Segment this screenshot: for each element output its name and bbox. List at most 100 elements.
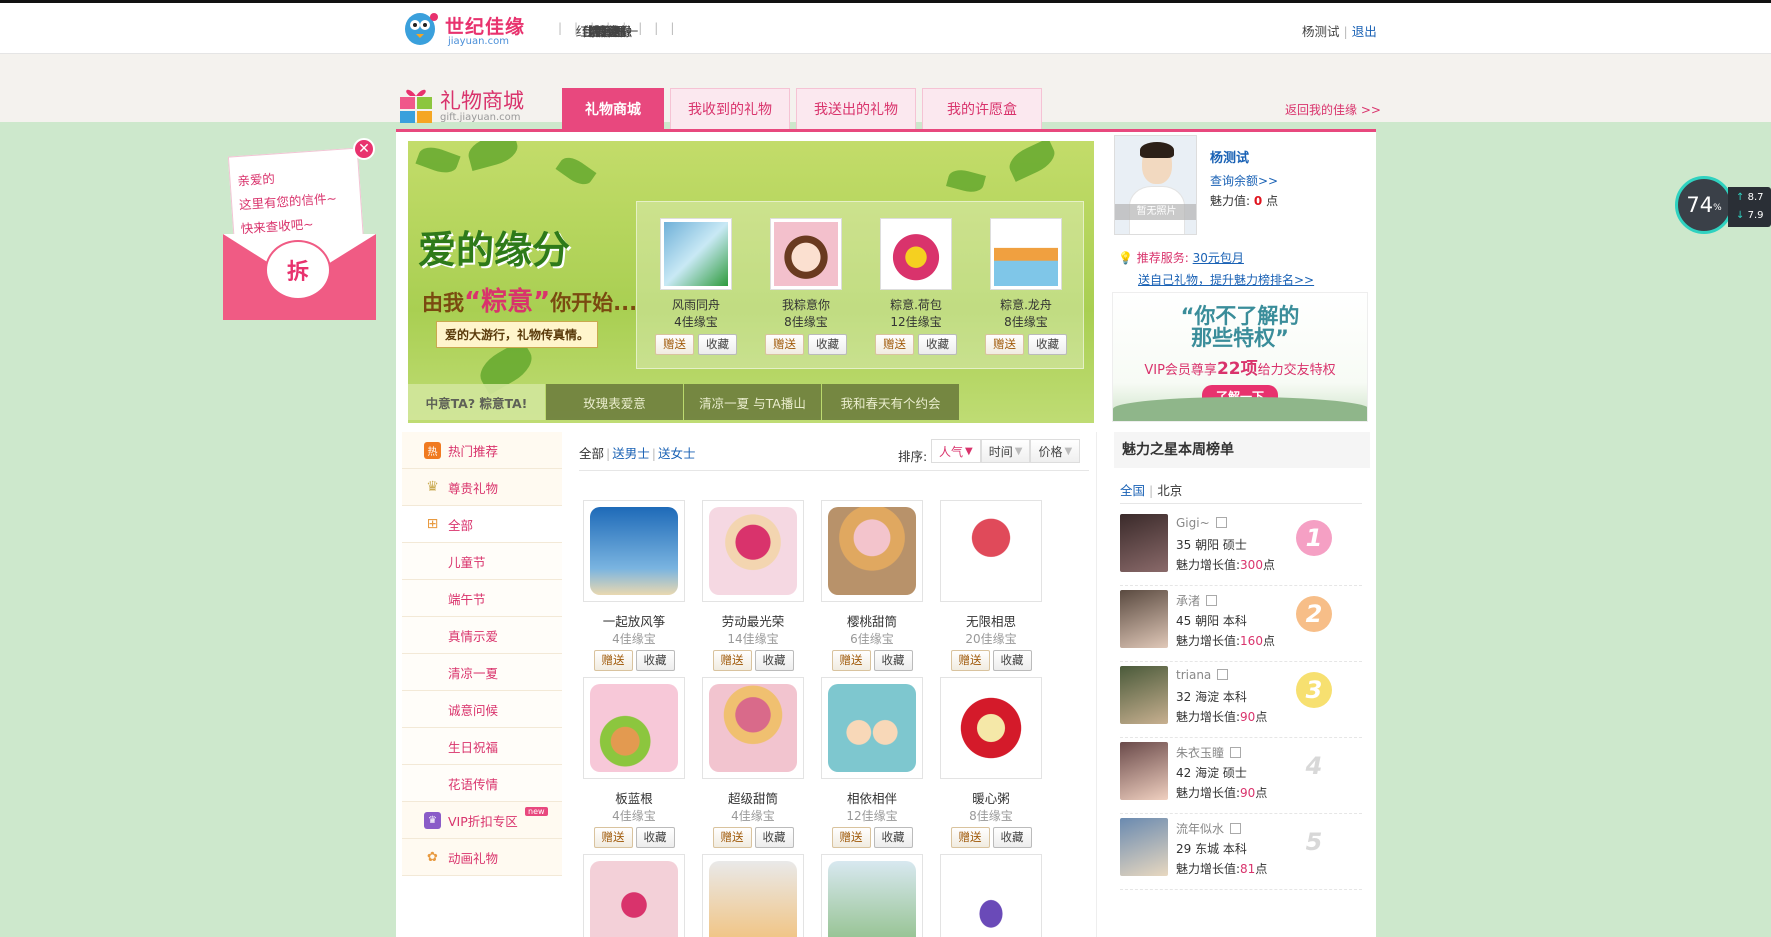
featured-gift-image[interactable]	[770, 218, 842, 290]
favorite-button[interactable]: 收藏	[918, 334, 957, 355]
banner-tab-4[interactable]: 我和春天有个约会	[822, 384, 959, 420]
tab-received-gifts[interactable]: 我收到的礼物	[670, 88, 790, 129]
ranking-filter-all[interactable]: 全国	[1120, 483, 1145, 498]
send-gift-button[interactable]: 赠送	[831, 650, 871, 671]
send-gift-button[interactable]: 赠送	[765, 334, 804, 355]
send-gift-button[interactable]: 赠送	[985, 334, 1024, 355]
back-to-my-jiayuan-link[interactable]: 返回我的佳缘 >>	[1285, 101, 1381, 118]
favorite-button[interactable]: 收藏	[992, 650, 1032, 671]
menu-summer[interactable]: 清凉一夏	[402, 654, 562, 691]
gift-image[interactable]	[583, 500, 685, 602]
tab-gift-mall[interactable]: 礼物商城	[562, 88, 664, 129]
ranking-user-photo[interactable]	[1120, 818, 1168, 876]
vip-ad-banner[interactable]: “你不了解的 那些特权” VIP会员尊享22项给力交友特权 了解一下	[1112, 292, 1368, 422]
gift-image[interactable]	[702, 677, 804, 779]
send-gift-button[interactable]: 赠送	[875, 334, 914, 355]
ranking-user-name[interactable]: 朱衣玉瞳	[1176, 744, 1242, 761]
speed-widget[interactable]: 74%	[1675, 176, 1733, 234]
menu-vip-discount[interactable]: ♛ VIP折扣专区 new	[402, 802, 562, 839]
gift-icon[interactable]	[1217, 669, 1229, 680]
ranking-user-name[interactable]: Gigi~	[1176, 516, 1227, 530]
gift-image[interactable]	[940, 500, 1042, 602]
sort-price[interactable]: 价格 ▼	[1030, 439, 1081, 463]
send-gift-button[interactable]: 赠送	[655, 334, 694, 355]
filter-all[interactable]: 全部	[579, 446, 604, 461]
user-name-link[interactable]: 杨测试	[1302, 24, 1340, 39]
send-gift-button[interactable]: 赠送	[593, 827, 633, 848]
menu-dragon-boat[interactable]: 端午节	[402, 580, 562, 617]
menu-love[interactable]: 真情示爱	[402, 617, 562, 654]
menu-premium[interactable]: ♛ 尊贵礼物	[402, 469, 562, 506]
ranking-user-name[interactable]: triana	[1176, 668, 1229, 682]
favorite-button[interactable]: 收藏	[873, 650, 913, 671]
gift-image[interactable]	[583, 677, 685, 779]
tab-sent-gifts[interactable]: 我送出的礼物	[796, 88, 916, 129]
banner-tab-2[interactable]: 玫瑰表爱意	[546, 384, 683, 420]
send-gift-button[interactable]: 赠送	[712, 650, 752, 671]
sort-time[interactable]: 时间 ▼	[980, 439, 1031, 463]
menu-flowers[interactable]: 花语传情	[402, 765, 562, 802]
banner-tab-3[interactable]: 清凉一夏 与TA播山	[684, 384, 821, 420]
gift-icon[interactable]	[1230, 823, 1242, 834]
check-balance-link[interactable]: 查询余额>>	[1210, 172, 1278, 189]
gift-image[interactable]	[702, 500, 804, 602]
gift-icon[interactable]	[1230, 747, 1242, 758]
close-icon[interactable]: ✕	[353, 138, 375, 160]
ranking-user-photo[interactable]	[1120, 666, 1168, 724]
growth-value: 81	[1240, 862, 1256, 876]
avatar[interactable]: 暂无照片	[1114, 135, 1197, 235]
ranking-user-photo[interactable]	[1120, 514, 1168, 572]
gift-image[interactable]	[583, 854, 685, 937]
menu-greetings[interactable]: 诚意问候	[402, 691, 562, 728]
featured-gift-image[interactable]	[990, 218, 1062, 290]
favorite-button[interactable]: 收藏	[754, 827, 794, 848]
send-gift-button[interactable]: 赠送	[593, 650, 633, 671]
ranking-user-name[interactable]: 承渚	[1176, 592, 1218, 609]
filter-female[interactable]: 送女士	[658, 446, 696, 461]
nav-happiness[interactable]: 晒幸福	[552, 21, 662, 40]
gift-image[interactable]	[821, 500, 923, 602]
gift-image[interactable]	[940, 854, 1042, 937]
monthly-plan-link[interactable]: 30元包月	[1193, 251, 1244, 265]
gift-icon[interactable]	[1206, 595, 1218, 606]
gift-icon[interactable]	[1215, 517, 1227, 528]
favorite-button[interactable]: 收藏	[873, 827, 913, 848]
ranking-user-name[interactable]: 流年似水	[1176, 820, 1242, 837]
send-gift-button[interactable]: 赠送	[950, 650, 990, 671]
jiayuan-logo[interactable]: 世纪佳缘 jiayuan.com	[400, 9, 534, 49]
featured-gift-image[interactable]	[660, 218, 732, 290]
banner-tab-1[interactable]: 中意TA? 粽意TA!	[408, 384, 545, 420]
tab-wish-box[interactable]: 我的许愿盒	[922, 88, 1042, 129]
favorite-button[interactable]: 收藏	[635, 827, 675, 848]
favorite-button[interactable]: 收藏	[808, 334, 847, 355]
sort-popularity[interactable]: 人气 ▼	[931, 439, 981, 463]
featured-gift-image[interactable]	[880, 218, 952, 290]
favorite-button[interactable]: 收藏	[992, 827, 1032, 848]
gift-image[interactable]	[702, 854, 804, 937]
gift-image[interactable]	[940, 677, 1042, 779]
send-gift-button[interactable]: 赠送	[950, 827, 990, 848]
menu-animation[interactable]: ✿ 动画礼物	[402, 839, 562, 876]
menu-hot[interactable]: 热热门推荐	[402, 432, 562, 469]
open-envelope-button[interactable]: 拆	[265, 240, 331, 300]
ranking-user-photo[interactable]	[1120, 590, 1168, 648]
favorite-button[interactable]: 收藏	[754, 650, 794, 671]
favorite-button[interactable]: 收藏	[698, 334, 737, 355]
favorite-button[interactable]: 收藏	[1028, 334, 1067, 355]
send-gift-button[interactable]: 赠送	[712, 827, 752, 848]
self-gift-link[interactable]: 送自己礼物，提升魅力榜排名>>	[1138, 271, 1314, 288]
favorite-button[interactable]: 收藏	[635, 650, 675, 671]
menu-children-day[interactable]: 儿童节	[402, 543, 562, 580]
send-gift-button[interactable]: 赠送	[831, 827, 871, 848]
menu-birthday[interactable]: 生日祝福	[402, 728, 562, 765]
ranking-user-photo[interactable]	[1120, 742, 1168, 800]
gift-image[interactable]	[821, 854, 923, 937]
ranking-filter-city[interactable]: 北京	[1157, 483, 1182, 498]
gift-item: 无限相思 20佳缘宝 赠送 收藏	[936, 500, 1046, 671]
logout-link[interactable]: 退出	[1352, 24, 1377, 39]
gift-image[interactable]	[821, 677, 923, 779]
mail-envelope-popup[interactable]: 亲爱的 这里有您的信件~ 快来查收吧~ 拆 ✕	[221, 138, 376, 320]
profile-name[interactable]: 杨测试	[1210, 147, 1249, 166]
menu-all[interactable]: ⊞ 全部	[402, 506, 562, 543]
filter-male[interactable]: 送男士	[612, 446, 650, 461]
